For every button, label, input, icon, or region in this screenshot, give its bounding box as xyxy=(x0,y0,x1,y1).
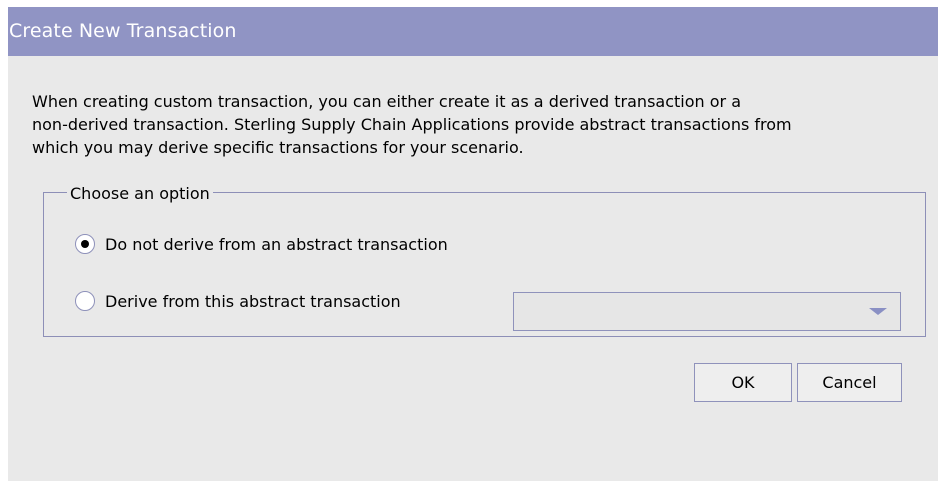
radio-label-do-not-derive[interactable]: Do not derive from an abstract transacti… xyxy=(105,235,448,254)
description-line: which you may derive specific transactio… xyxy=(32,138,524,157)
option-group-label: Choose an option xyxy=(67,185,213,203)
ok-button[interactable]: OK xyxy=(694,363,792,402)
dialog-titlebar: Create New Transaction xyxy=(8,7,938,56)
dialog-title: Create New Transaction xyxy=(9,20,237,42)
abstract-transaction-select[interactable] xyxy=(513,292,901,331)
chevron-down-icon[interactable] xyxy=(869,308,887,315)
cancel-button[interactable]: Cancel xyxy=(797,363,902,402)
radio-derive[interactable]: Derive from this abstract transaction xyxy=(75,289,401,313)
description-line: When creating custom transaction, you ca… xyxy=(32,92,741,111)
create-transaction-dialog: Create New Transaction When creating cus… xyxy=(8,7,938,481)
radio-label-derive[interactable]: Derive from this abstract transaction xyxy=(105,292,401,311)
radio-button-selected-icon[interactable] xyxy=(75,234,95,254)
radio-do-not-derive[interactable]: Do not derive from an abstract transacti… xyxy=(75,232,448,256)
radio-button-unselected-icon[interactable] xyxy=(75,291,95,311)
description-text: When creating custom transaction, you ca… xyxy=(32,90,792,159)
description-line: non-derived transaction. Sterling Supply… xyxy=(32,115,792,134)
